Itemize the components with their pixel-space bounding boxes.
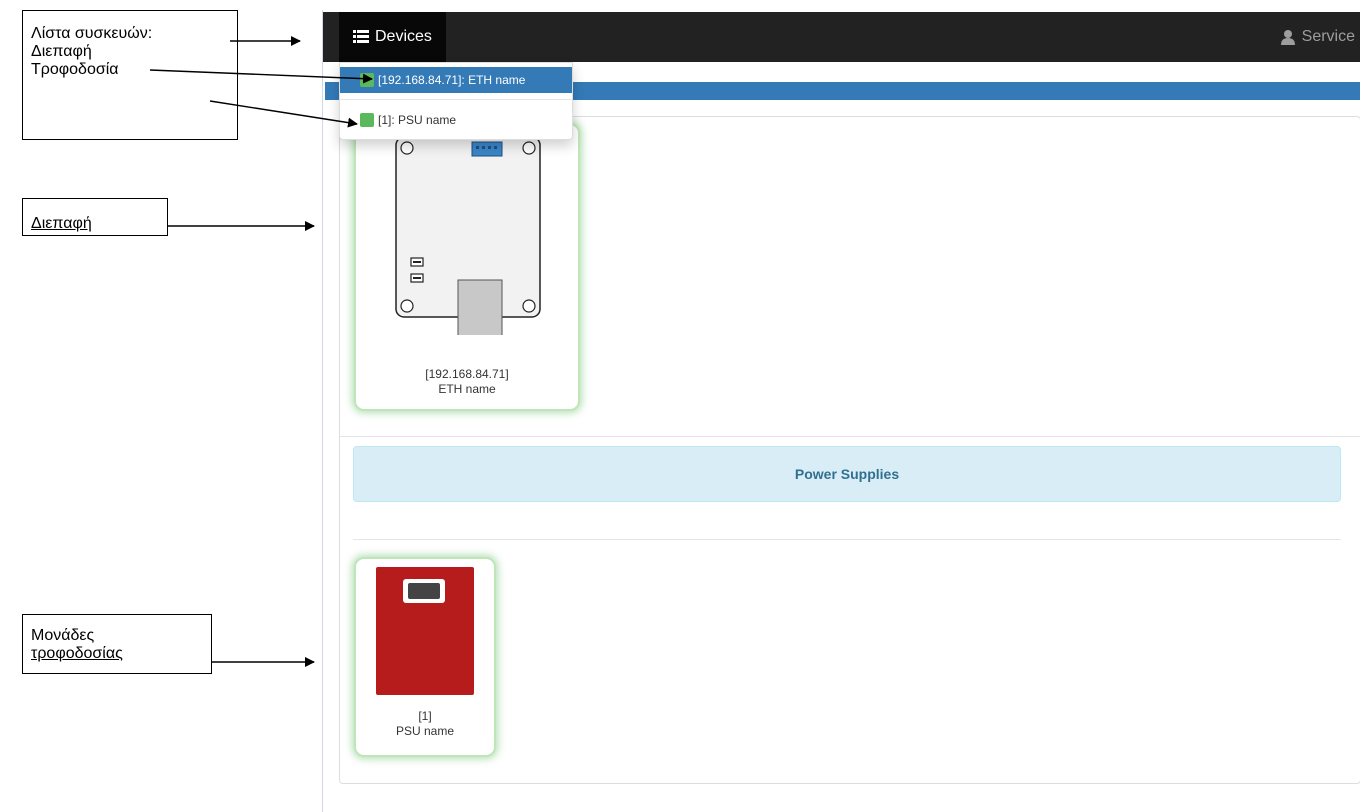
- divider: [340, 436, 1360, 437]
- interface-address: [192.168.84.71]: [425, 367, 509, 381]
- annotation-text: Διεπαφή: [31, 43, 92, 60]
- dropdown-item-interface[interactable]: [192.168.84.71]: ETH name: [340, 67, 572, 93]
- psu-device-card[interactable]: [1] PSU name: [354, 557, 496, 757]
- devices-menu-label: Devices: [375, 28, 432, 45]
- psu-address: [1]: [418, 709, 432, 723]
- devices-menu-button[interactable]: Devices: [339, 12, 446, 62]
- navbar: Devices Service: [323, 12, 1360, 62]
- annotation-text: τροφοδοσίας: [31, 645, 123, 662]
- service-menu-button[interactable]: Service: [1280, 12, 1355, 62]
- user-icon: [1280, 30, 1295, 45]
- annotation-text: Μονάδες: [31, 627, 95, 644]
- psu-card-caption: [1] PSU name: [356, 709, 494, 739]
- app-window: Devices Service [192.168.84.71] ETH name…: [322, 10, 1360, 812]
- psu-device-image: [376, 567, 474, 695]
- dropdown-item-label: [1]: PSU name: [378, 113, 457, 127]
- divider: [353, 539, 1341, 540]
- dropdown-item-label: [192.168.84.71]: ETH name: [378, 73, 526, 87]
- devices-dropdown: [192.168.84.71]: ETH name [1]: PSU name: [339, 62, 573, 140]
- interface-board-image: [395, 136, 541, 335]
- psu-name: PSU name: [395, 724, 455, 738]
- status-indicator: [360, 113, 374, 127]
- service-menu-label: Service: [1301, 28, 1355, 45]
- dropdown-item-psu[interactable]: [1]: PSU name: [340, 107, 572, 133]
- interface-device-card[interactable]: [192.168.84.71] ETH name: [354, 123, 580, 411]
- annotation-device-list: Λίστα συσκευών: Διεπαφή Τροφοδοσία: [22, 10, 238, 140]
- devices-panel: [192.168.84.71] ETH name Power Supplies …: [339, 116, 1360, 784]
- interface-name: ETH name: [438, 382, 496, 396]
- dropdown-divider: [340, 99, 572, 100]
- annotation-interface: Διεπαφή: [22, 198, 168, 236]
- annotation-text: Λίστα συσκευών:: [31, 25, 153, 42]
- annotation-text: Τροφοδοσία: [31, 61, 119, 78]
- list-icon: [353, 30, 369, 43]
- annotation-text: Διεπαφή: [31, 215, 92, 232]
- annotation-power-units: Μονάδες τροφοδοσίας: [22, 614, 212, 674]
- interface-card-caption: [192.168.84.71] ETH name: [356, 367, 578, 397]
- status-indicator: [360, 73, 374, 87]
- power-supplies-header: Power Supplies: [353, 446, 1341, 502]
